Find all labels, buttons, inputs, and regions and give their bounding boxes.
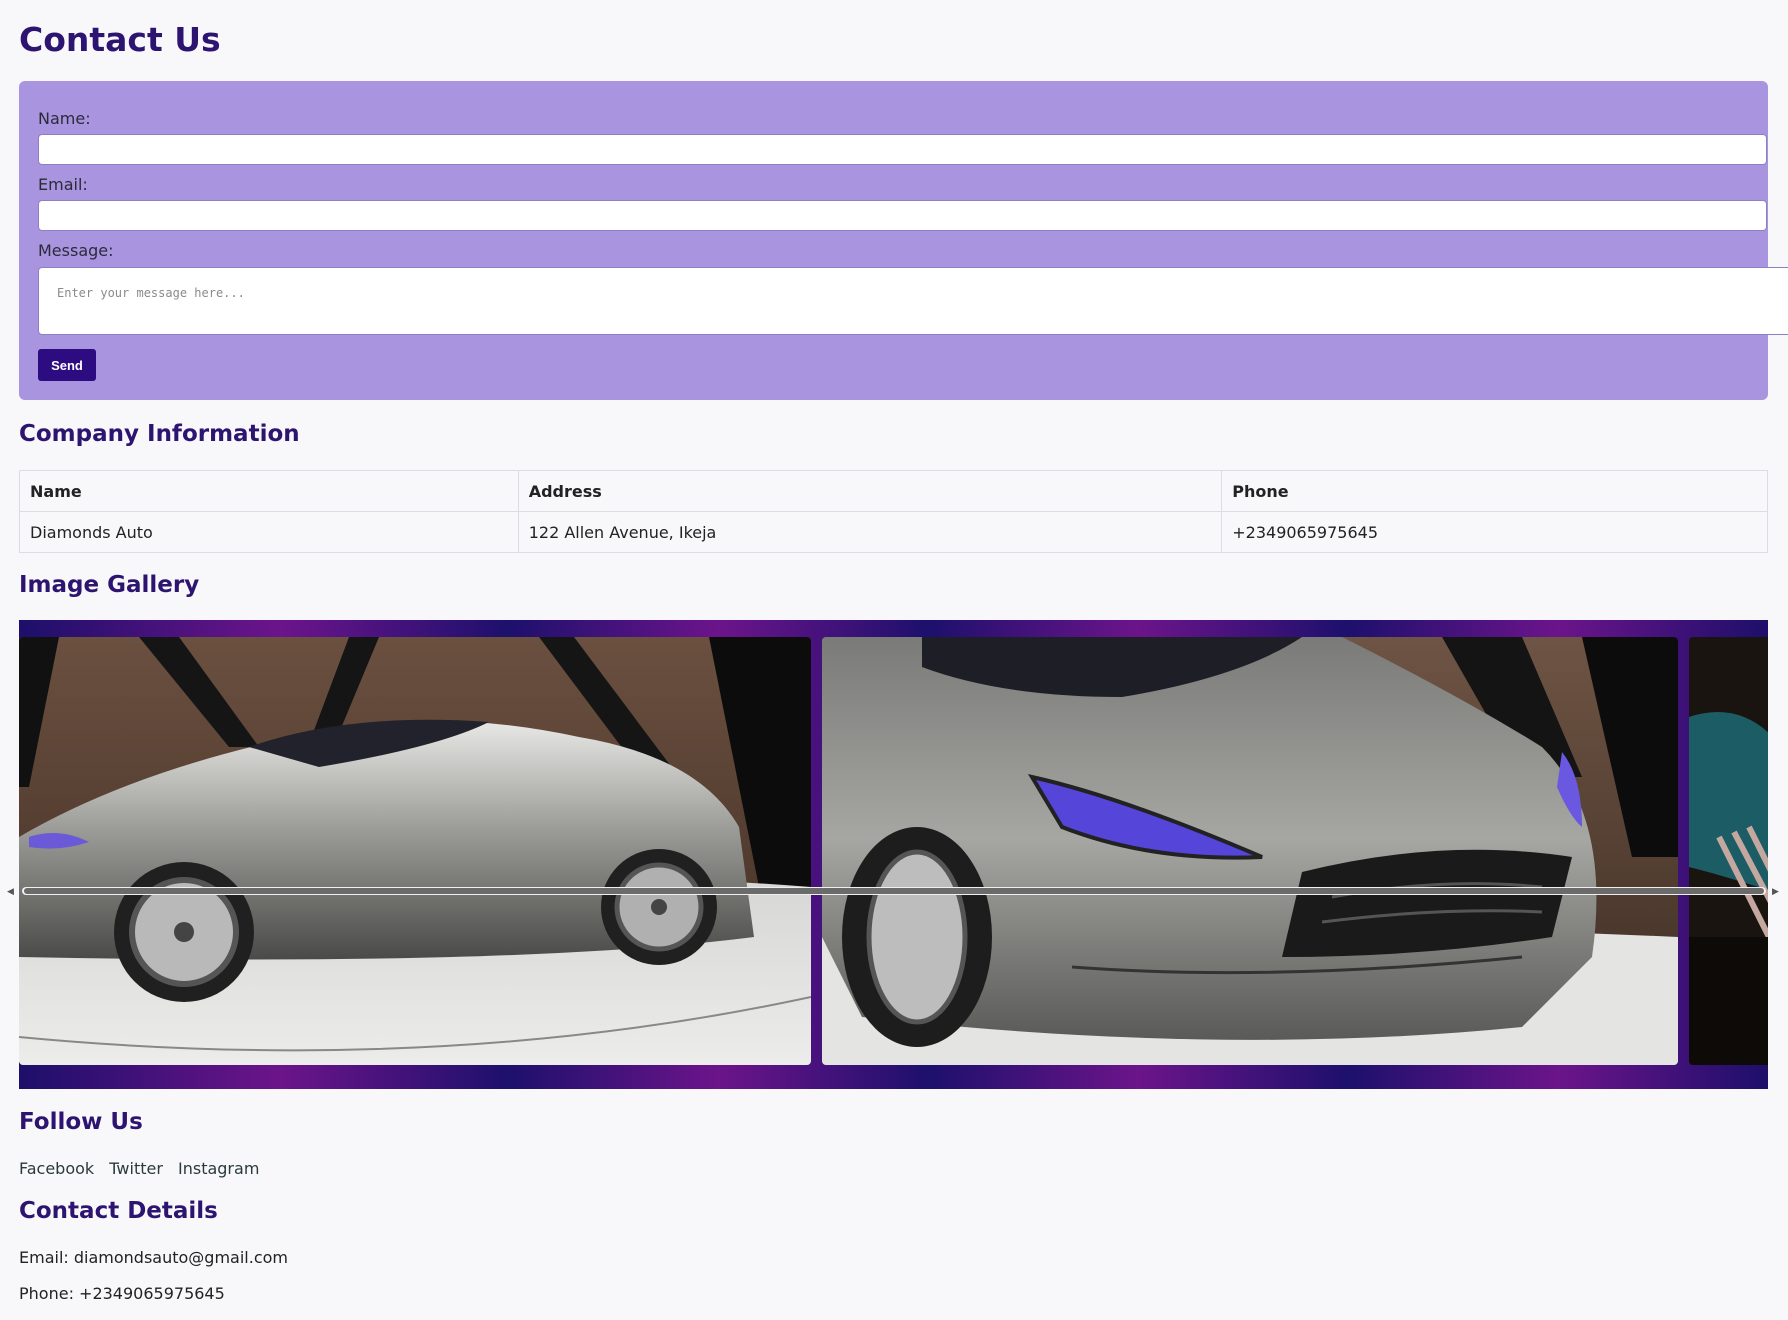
company-name-cell: Diamonds Auto: [19, 511, 519, 553]
image-gallery-title: Image Gallery: [19, 572, 200, 598]
instagram-link[interactable]: Instagram: [178, 1159, 259, 1178]
scroll-right-arrow-icon[interactable]: ▶: [1772, 887, 1779, 896]
company-phone-cell: +2349065975645: [1221, 511, 1768, 553]
column-header-phone: Phone: [1221, 470, 1768, 512]
social-links: Facebook Twitter Instagram: [19, 1159, 269, 1178]
silver-sports-car-side-photo: [19, 637, 811, 1065]
email-input[interactable]: [38, 200, 1767, 231]
column-header-address: Address: [517, 470, 1223, 512]
silver-sports-car-front-photo: [822, 637, 1678, 1065]
contact-email: Email: diamondsauto@gmail.com: [19, 1248, 288, 1267]
company-info-table: Name Address Phone Diamonds Auto 122 All…: [19, 470, 1768, 553]
table-header-row: Name Address Phone: [19, 470, 1768, 512]
gallery-horizontal-scrollbar[interactable]: ◀ ▶: [0, 884, 1788, 898]
facebook-link[interactable]: Facebook: [19, 1159, 94, 1178]
message-textarea[interactable]: [38, 267, 1788, 335]
contact-form: Name: Email: Message: Send: [19, 81, 1788, 400]
company-info-title: Company Information: [19, 421, 300, 447]
twitter-link[interactable]: Twitter: [109, 1159, 163, 1178]
table-row: Diamonds Auto 122 Allen Avenue, Ikeja +2…: [19, 511, 1768, 553]
column-header-name: Name: [19, 470, 519, 512]
company-address-cell: 122 Allen Avenue, Ikeja: [517, 511, 1223, 553]
image-gallery[interactable]: [19, 620, 1768, 1089]
scroll-left-arrow-icon[interactable]: ◀: [7, 887, 14, 896]
name-input[interactable]: [38, 134, 1767, 165]
contact-details-title: Contact Details: [19, 1198, 218, 1224]
email-label: Email:: [38, 175, 88, 194]
contact-phone: Phone: +2349065975645: [19, 1284, 225, 1303]
page-title: Contact Us: [19, 20, 221, 59]
message-label: Message:: [38, 241, 114, 260]
partial-car-photo: [1689, 637, 1768, 1065]
follow-us-title: Follow Us: [19, 1109, 143, 1135]
name-label: Name:: [38, 109, 91, 128]
send-button[interactable]: Send: [38, 349, 96, 381]
scroll-thumb[interactable]: [24, 888, 1764, 894]
